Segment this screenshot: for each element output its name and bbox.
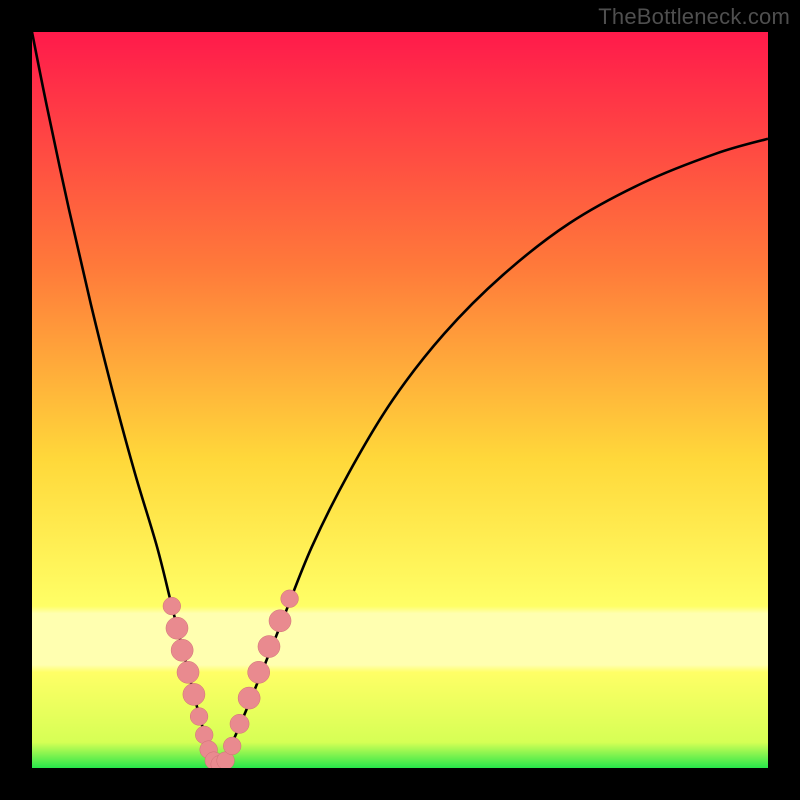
highlight-marker [223,737,241,755]
highlight-marker [281,590,299,608]
plot-area [32,32,768,768]
highlight-marker [230,714,249,733]
highlighted-points [163,590,298,768]
highlight-marker [248,661,270,683]
highlight-marker [190,708,208,726]
highlight-marker [269,610,291,632]
highlight-marker [183,683,205,705]
highlight-marker [238,687,260,709]
watermark-text: TheBottleneck.com [598,4,790,30]
bottleneck-curve [32,32,768,764]
chart-frame: TheBottleneck.com [0,0,800,800]
curve-layer [32,32,768,768]
highlight-marker [171,639,193,661]
highlight-marker [177,661,199,683]
highlight-marker [166,617,188,639]
highlight-marker [258,636,280,658]
highlight-marker [163,597,181,615]
